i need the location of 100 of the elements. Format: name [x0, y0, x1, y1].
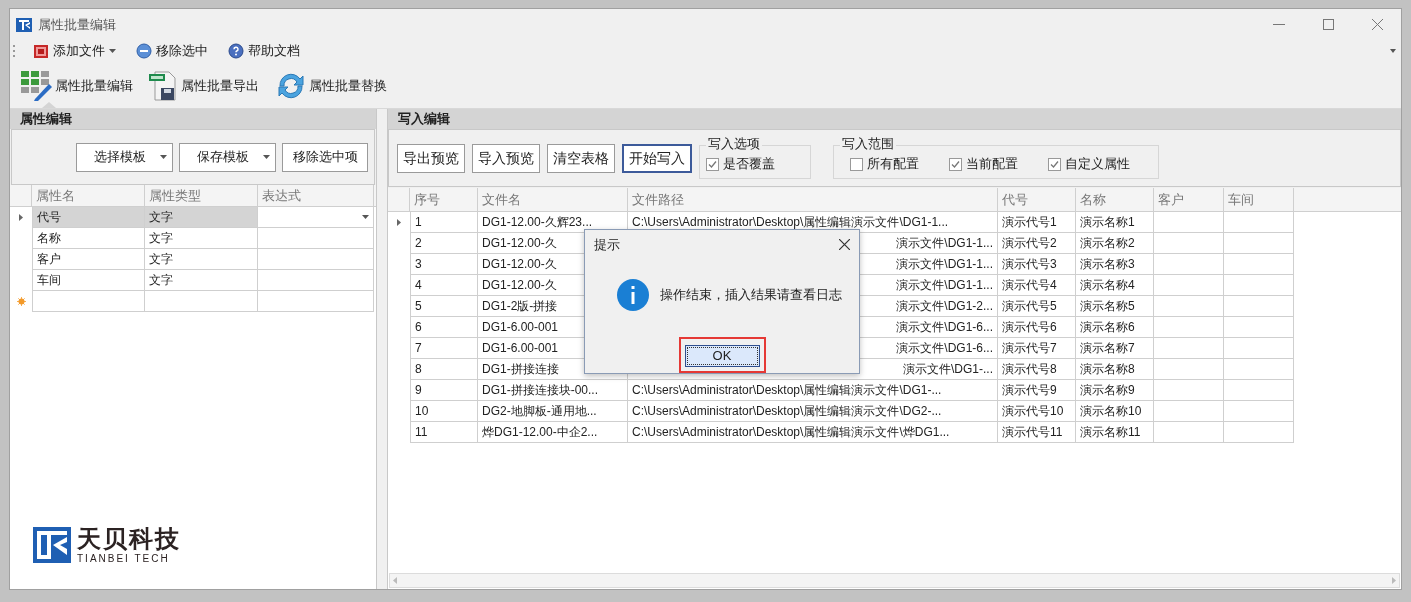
checkbox-label: 是否覆盖	[723, 155, 775, 174]
table-cell: 演示名称1	[1076, 212, 1154, 233]
checkbox-label: 所有配置	[867, 155, 919, 174]
toolbar-button[interactable]: 属性批量替换	[274, 64, 388, 108]
table-cell: 文字	[145, 228, 258, 249]
table-cell: 演示名称5	[1076, 296, 1154, 317]
table-cell: 5	[410, 296, 478, 317]
table-cell[interactable]	[32, 291, 145, 312]
column-header[interactable]: 文件路径	[628, 188, 998, 211]
maximize-icon[interactable]	[1323, 19, 1334, 30]
column-header[interactable]: 名称	[1076, 188, 1154, 211]
table-cell	[1224, 380, 1294, 401]
table-cell: 8	[410, 359, 478, 380]
table-cell	[1154, 233, 1224, 254]
table-cell: 演示代号1	[998, 212, 1076, 233]
ok-button[interactable]: OK	[684, 344, 760, 367]
table-cell: 演示代号6	[998, 317, 1076, 338]
company-name: 天贝科技	[77, 525, 181, 553]
action-button[interactable]: 清空表格	[547, 143, 615, 173]
table-cell: 演示名称9	[1076, 380, 1154, 401]
table-cell[interactable]	[145, 291, 258, 312]
column-header[interactable]: 客户	[1154, 188, 1224, 211]
column-header[interactable]: 属性名	[32, 185, 145, 206]
checkbox[interactable]	[1048, 157, 1061, 171]
dialog-title: 提示	[594, 235, 620, 254]
table-cell: 3	[410, 254, 478, 275]
column-header[interactable]: 序号	[410, 188, 478, 211]
new-row-icon	[16, 297, 26, 306]
table-cell	[1224, 401, 1294, 422]
help-icon	[228, 43, 244, 59]
action-button[interactable]: 移除选中项	[282, 142, 368, 172]
table-cell: 车间	[32, 270, 145, 291]
table-cell: 9	[410, 380, 478, 401]
action-button[interactable]: 开始写入	[622, 143, 692, 173]
table-cell: 文字	[145, 249, 258, 270]
table-cell: 演示名称10	[1076, 401, 1154, 422]
table-cell: 7	[410, 338, 478, 359]
menu-item[interactable]: 添加文件	[31, 41, 118, 61]
overflow-caret-icon[interactable]	[1390, 49, 1396, 53]
table-cell: C:\Users\Administrator\Desktop\属性编辑演示文件\DG1-...	[628, 380, 998, 401]
checkbox[interactable]	[850, 157, 863, 171]
table-cell	[1154, 422, 1224, 443]
table-cell: 演示名称3	[1076, 254, 1154, 275]
menu-item[interactable]: 帮助文档	[226, 41, 302, 61]
table-cell	[1224, 254, 1294, 275]
app-logo-icon	[16, 17, 32, 32]
table-cell: 演示代号8	[998, 359, 1076, 380]
table-cell	[1154, 296, 1224, 317]
table-cell	[1224, 422, 1294, 443]
close-icon[interactable]	[839, 239, 850, 250]
group-title: 写入范围	[840, 136, 896, 152]
dropdown-button[interactable]: 选择模板	[76, 142, 173, 172]
row-pointer-icon	[19, 214, 23, 221]
action-button[interactable]: 导入预览	[472, 143, 540, 173]
table-cell	[1224, 338, 1294, 359]
toolbar-button[interactable]: 属性批量导出	[148, 64, 260, 108]
column-header[interactable]: 表达式	[258, 185, 374, 206]
caret-icon	[109, 49, 116, 53]
table-cell: 4	[410, 275, 478, 296]
table-cell[interactable]	[258, 291, 374, 312]
table-cell: 烨DG1-12.00-中企2...	[478, 422, 628, 443]
table-cell: 演示名称4	[1076, 275, 1154, 296]
row-pointer-icon	[397, 219, 401, 226]
table-cell: 代号	[32, 207, 145, 228]
table-cell: 名称	[32, 228, 145, 249]
dropdown-button[interactable]: 保存模板	[179, 142, 276, 172]
company-tagline: TIANBEI TECH	[77, 553, 171, 565]
table-cell: 演示名称2	[1076, 233, 1154, 254]
column-header[interactable]: 车间	[1224, 188, 1294, 211]
caret-icon	[160, 155, 167, 159]
caret-icon	[362, 215, 369, 219]
table-cell: 演示名称11	[1076, 422, 1154, 443]
caret-icon	[263, 155, 270, 159]
refresh-icon	[275, 71, 307, 101]
table-cell: 演示名称8	[1076, 359, 1154, 380]
table-cell: 演示代号3	[998, 254, 1076, 275]
column-header[interactable]: 文件名	[478, 188, 628, 211]
column-header[interactable]: 属性类型	[145, 185, 258, 206]
panel-title: 属性编辑	[20, 110, 72, 129]
table-cell	[1224, 233, 1294, 254]
checkbox[interactable]	[706, 157, 719, 171]
table-cell	[1154, 338, 1224, 359]
panel-title: 写入编辑	[398, 110, 450, 129]
company-logo-icon	[33, 527, 71, 563]
table-cell: 演示代号11	[998, 422, 1076, 443]
checkbox[interactable]	[949, 157, 962, 171]
table-cell: DG2-地脚板-通用地...	[478, 401, 628, 422]
table-cell	[1154, 380, 1224, 401]
table-cell: 演示代号7	[998, 338, 1076, 359]
column-header[interactable]: 代号	[998, 188, 1076, 211]
table-cell	[1154, 254, 1224, 275]
menu-item[interactable]: 移除选中	[134, 41, 210, 61]
table-cell: 文字	[145, 270, 258, 291]
table-cell: 演示代号2	[998, 233, 1076, 254]
table-cell: 10	[410, 401, 478, 422]
action-button[interactable]: 导出预览	[397, 143, 465, 173]
minimize-icon[interactable]	[1273, 23, 1285, 26]
table-cell: 演示代号4	[998, 275, 1076, 296]
table-cell: C:\Users\Administrator\Desktop\属性编辑演示文件\DG2-...	[628, 401, 998, 422]
table-cell	[1154, 317, 1224, 338]
